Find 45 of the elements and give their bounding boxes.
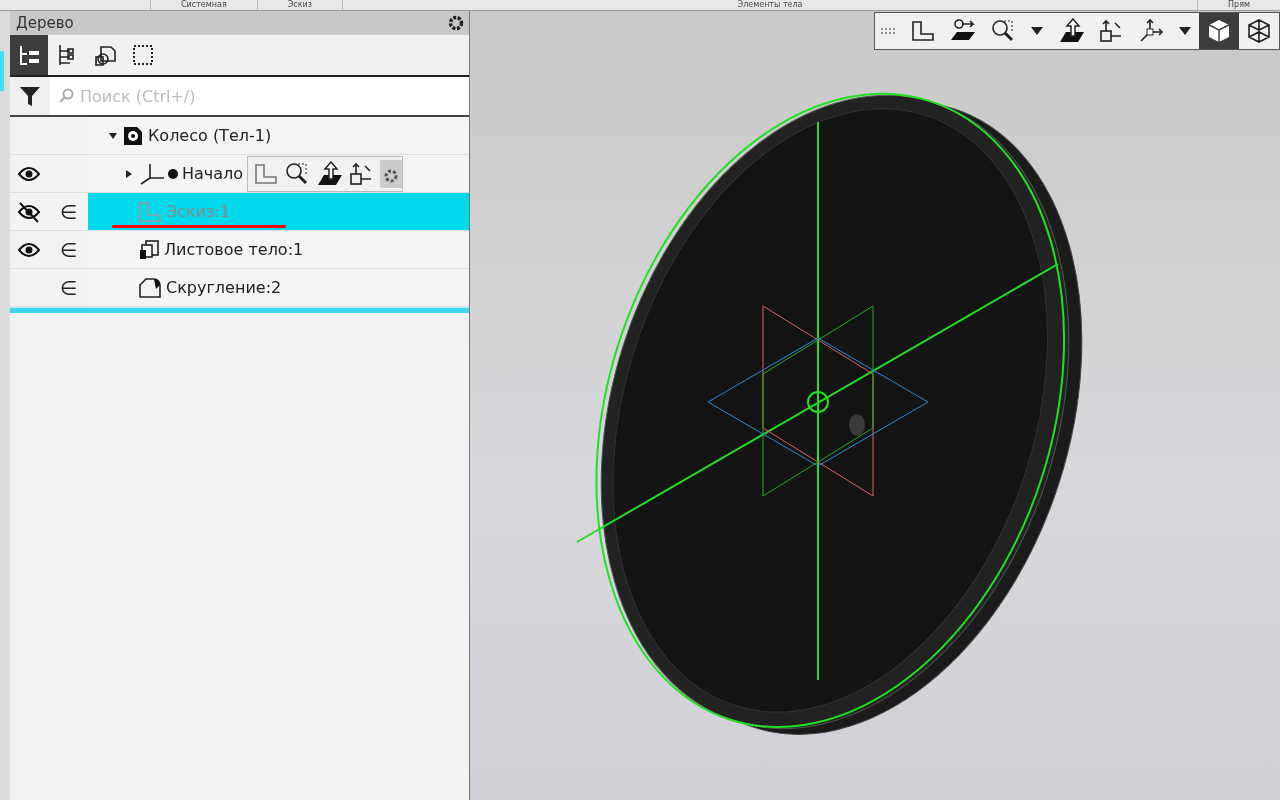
caret-icon xyxy=(1179,27,1191,35)
panel-title: Дерево xyxy=(16,14,74,32)
axes-icon xyxy=(138,161,178,186)
filter-icon xyxy=(19,85,41,107)
tree-item-label: Листовое тело:1 xyxy=(164,240,304,259)
caret-icon xyxy=(1031,27,1043,35)
normal-to-icon xyxy=(316,160,343,187)
collapsed-caret-icon[interactable] xyxy=(124,168,134,179)
settings-icon[interactable] xyxy=(380,159,403,188)
filter-button[interactable] xyxy=(10,77,50,115)
ribbon-tab[interactable]: Элементы тела xyxy=(342,0,1198,10)
orientation-icon xyxy=(1098,18,1124,44)
ribbon-tab[interactable]: Эскиз xyxy=(256,0,343,10)
frame-icon xyxy=(131,43,155,67)
axes-icon xyxy=(1138,18,1164,44)
view-tool-button[interactable] xyxy=(1199,13,1239,49)
part-icon xyxy=(122,124,144,147)
view-mode-button[interactable] xyxy=(10,35,48,75)
tree-item-label: Колесо (Тел-1) xyxy=(148,126,272,145)
fillet-icon xyxy=(138,276,162,299)
tree-item-label: Эскиз:1 xyxy=(166,202,231,221)
tree-item-label: Начало xyxy=(182,164,244,183)
settings-icon[interactable] xyxy=(447,14,465,32)
include-mark[interactable]: ∈ xyxy=(59,199,78,224)
ribbon-tab[interactable]: Системная xyxy=(150,0,257,10)
cube-icon xyxy=(1206,18,1232,44)
sketch-icon xyxy=(911,20,935,42)
sheet-body-icon xyxy=(138,238,160,261)
grip-icon[interactable] xyxy=(880,27,898,35)
bodies-icon xyxy=(93,43,117,67)
expanded-caret-icon[interactable] xyxy=(108,130,118,141)
eye-icon[interactable] xyxy=(18,166,41,181)
wireframe-cube-icon xyxy=(1246,18,1272,44)
normal-to-icon xyxy=(1058,18,1084,44)
include-mark[interactable]: ∈ xyxy=(59,275,78,300)
search-icon xyxy=(58,88,74,104)
ribbon-tab[interactable]: Прям xyxy=(1197,0,1280,10)
numbered-tree-icon xyxy=(17,43,41,67)
sketch-icon xyxy=(138,200,162,223)
tree-item-label: Скругление:2 xyxy=(166,278,282,297)
eye-icon[interactable] xyxy=(18,242,41,257)
sketch-icon xyxy=(254,162,279,185)
hidden-eye-icon[interactable] xyxy=(17,200,42,223)
zoom-icon xyxy=(990,18,1016,44)
include-mark[interactable]: ∈ xyxy=(59,237,78,262)
